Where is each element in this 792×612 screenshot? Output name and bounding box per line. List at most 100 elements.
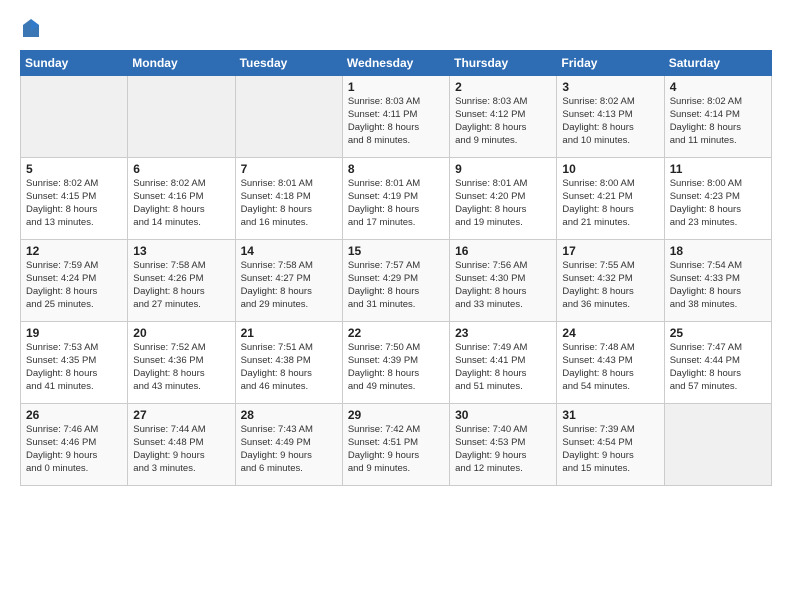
- day-number: 1: [348, 80, 444, 94]
- calendar-cell: 17 Sunrise: 7:55 AM Sunset: 4:32 PM Dayli…: [557, 240, 664, 322]
- day-info: Sunrise: 7:56 AM Sunset: 4:30 PM Dayligh…: [455, 260, 551, 311]
- calendar-week-4: 19Sunrise: 7:53 AM Sunset: 4:35 PM Dayli…: [21, 322, 772, 404]
- calendar-cell: [128, 76, 235, 158]
- day-number: 21: [241, 326, 337, 340]
- day-info: Sunrise: 8:01 AM Sunset: 4:19 PM Dayligh…: [348, 178, 444, 229]
- calendar-week-2: 5 Sunrise: 8:02 AM Sunset: 4:15 PM Daylig…: [21, 158, 772, 240]
- day-number: 26: [26, 408, 122, 422]
- day-info: Sunrise: 8:01 AM Sunset: 4:18 PM Dayligh…: [241, 178, 337, 229]
- calendar-cell: 10 Sunrise: 8:00 AM Sunset: 4:21 PM Dayli…: [557, 158, 664, 240]
- day-number: 27: [133, 408, 229, 422]
- calendar-cell: 21 Sunrise: 7:51 AM Sunset: 4:38 PM Dayli…: [235, 322, 342, 404]
- calendar-week-3: 12 Sunrise: 7:59 AM Sunset: 4:24 PM Dayli…: [21, 240, 772, 322]
- logo: [20, 16, 43, 40]
- day-info: Sunrise: 8:02 AM Sunset: 4:15 PM Dayligh…: [26, 178, 122, 229]
- day-number: 9: [455, 162, 551, 176]
- day-number: 12: [26, 244, 122, 258]
- day-info: Sunrise: 7:40 AM Sunset: 4:53 PM Dayligh…: [455, 424, 551, 475]
- calendar-cell: 1 Sunrise: 8:03 AM Sunset: 4:11 PM Daylig…: [342, 76, 449, 158]
- day-info: Sunrise: 7:44 AM Sunset: 4:48 PM Dayligh…: [133, 424, 229, 475]
- calendar-cell: 12 Sunrise: 7:59 AM Sunset: 4:24 PM Dayli…: [21, 240, 128, 322]
- day-info: Sunrise: 7:47 AM Sunset: 4:44 PM Dayligh…: [670, 342, 766, 393]
- calendar: SundayMondayTuesdayWednesdayThursdayFrid…: [20, 50, 772, 486]
- day-number: 11: [670, 162, 766, 176]
- day-number: 30: [455, 408, 551, 422]
- calendar-cell: [664, 404, 771, 486]
- day-info: Sunrise: 7:52 AM Sunset: 4:36 PM Dayligh…: [133, 342, 229, 393]
- calendar-cell: 8Sunrise: 8:01 AM Sunset: 4:19 PM Daylig…: [342, 158, 449, 240]
- day-info: Sunrise: 7:59 AM Sunset: 4:24 PM Dayligh…: [26, 260, 122, 311]
- calendar-cell: 4 Sunrise: 8:02 AM Sunset: 4:14 PM Daylig…: [664, 76, 771, 158]
- day-number: 17: [562, 244, 658, 258]
- day-info: Sunrise: 8:00 AM Sunset: 4:23 PM Dayligh…: [670, 178, 766, 229]
- calendar-cell: 28Sunrise: 7:43 AM Sunset: 4:49 PM Dayli…: [235, 404, 342, 486]
- day-info: Sunrise: 7:57 AM Sunset: 4:29 PM Dayligh…: [348, 260, 444, 311]
- day-number: 23: [455, 326, 551, 340]
- weekday-header-saturday: Saturday: [664, 51, 771, 76]
- calendar-cell: 22Sunrise: 7:50 AM Sunset: 4:39 PM Dayli…: [342, 322, 449, 404]
- day-info: Sunrise: 8:03 AM Sunset: 4:12 PM Dayligh…: [455, 96, 551, 147]
- weekday-header-wednesday: Wednesday: [342, 51, 449, 76]
- weekday-header-friday: Friday: [557, 51, 664, 76]
- day-number: 18: [670, 244, 766, 258]
- calendar-cell: 2 Sunrise: 8:03 AM Sunset: 4:12 PM Daylig…: [450, 76, 557, 158]
- calendar-cell: 29Sunrise: 7:42 AM Sunset: 4:51 PM Dayli…: [342, 404, 449, 486]
- weekday-header-row: SundayMondayTuesdayWednesdayThursdayFrid…: [21, 51, 772, 76]
- calendar-cell: 13 Sunrise: 7:58 AM Sunset: 4:26 PM Dayli…: [128, 240, 235, 322]
- day-number: 5: [26, 162, 122, 176]
- day-number: 2: [455, 80, 551, 94]
- day-info: Sunrise: 7:54 AM Sunset: 4:33 PM Dayligh…: [670, 260, 766, 311]
- day-number: 6: [133, 162, 229, 176]
- calendar-week-1: 1 Sunrise: 8:03 AM Sunset: 4:11 PM Daylig…: [21, 76, 772, 158]
- day-info: Sunrise: 8:02 AM Sunset: 4:13 PM Dayligh…: [562, 96, 658, 147]
- calendar-cell: 27 Sunrise: 7:44 AM Sunset: 4:48 PM Dayli…: [128, 404, 235, 486]
- logo-icon: [21, 17, 41, 39]
- day-info: Sunrise: 8:00 AM Sunset: 4:21 PM Dayligh…: [562, 178, 658, 229]
- day-number: 10: [562, 162, 658, 176]
- calendar-cell: 15 Sunrise: 7:57 AM Sunset: 4:29 PM Dayli…: [342, 240, 449, 322]
- calendar-cell: 5 Sunrise: 8:02 AM Sunset: 4:15 PM Daylig…: [21, 158, 128, 240]
- day-number: 16: [455, 244, 551, 258]
- calendar-cell: [21, 76, 128, 158]
- day-info: Sunrise: 8:02 AM Sunset: 4:14 PM Dayligh…: [670, 96, 766, 147]
- weekday-header-tuesday: Tuesday: [235, 51, 342, 76]
- day-info: Sunrise: 7:55 AM Sunset: 4:32 PM Dayligh…: [562, 260, 658, 311]
- calendar-cell: 7 Sunrise: 8:01 AM Sunset: 4:18 PM Daylig…: [235, 158, 342, 240]
- day-number: 15: [348, 244, 444, 258]
- day-number: 29: [348, 408, 444, 422]
- calendar-cell: 6 Sunrise: 8:02 AM Sunset: 4:16 PM Daylig…: [128, 158, 235, 240]
- calendar-cell: 23 Sunrise: 7:49 AM Sunset: 4:41 PM Dayli…: [450, 322, 557, 404]
- calendar-cell: [235, 76, 342, 158]
- day-number: 19: [26, 326, 122, 340]
- day-info: Sunrise: 7:49 AM Sunset: 4:41 PM Dayligh…: [455, 342, 551, 393]
- day-info: Sunrise: 7:58 AM Sunset: 4:26 PM Dayligh…: [133, 260, 229, 311]
- calendar-week-5: 26 Sunrise: 7:46 AM Sunset: 4:46 PM Dayli…: [21, 404, 772, 486]
- calendar-cell: 9Sunrise: 8:01 AM Sunset: 4:20 PM Daylig…: [450, 158, 557, 240]
- day-number: 13: [133, 244, 229, 258]
- day-number: 25: [670, 326, 766, 340]
- day-info: Sunrise: 7:58 AM Sunset: 4:27 PM Dayligh…: [241, 260, 337, 311]
- day-info: Sunrise: 8:03 AM Sunset: 4:11 PM Dayligh…: [348, 96, 444, 147]
- calendar-cell: 14 Sunrise: 7:58 AM Sunset: 4:27 PM Dayli…: [235, 240, 342, 322]
- weekday-header-sunday: Sunday: [21, 51, 128, 76]
- day-number: 3: [562, 80, 658, 94]
- calendar-cell: 18 Sunrise: 7:54 AM Sunset: 4:33 PM Dayli…: [664, 240, 771, 322]
- day-number: 4: [670, 80, 766, 94]
- calendar-cell: 24Sunrise: 7:48 AM Sunset: 4:43 PM Dayli…: [557, 322, 664, 404]
- day-info: Sunrise: 7:51 AM Sunset: 4:38 PM Dayligh…: [241, 342, 337, 393]
- calendar-cell: 3 Sunrise: 8:02 AM Sunset: 4:13 PM Daylig…: [557, 76, 664, 158]
- calendar-cell: 25 Sunrise: 7:47 AM Sunset: 4:44 PM Dayli…: [664, 322, 771, 404]
- calendar-cell: 20 Sunrise: 7:52 AM Sunset: 4:36 PM Dayli…: [128, 322, 235, 404]
- day-info: Sunrise: 7:50 AM Sunset: 4:39 PM Dayligh…: [348, 342, 444, 393]
- day-number: 7: [241, 162, 337, 176]
- day-info: Sunrise: 7:39 AM Sunset: 4:54 PM Dayligh…: [562, 424, 658, 475]
- day-info: Sunrise: 8:02 AM Sunset: 4:16 PM Dayligh…: [133, 178, 229, 229]
- day-number: 31: [562, 408, 658, 422]
- weekday-header-thursday: Thursday: [450, 51, 557, 76]
- page: SundayMondayTuesdayWednesdayThursdayFrid…: [0, 0, 792, 612]
- calendar-cell: 30 Sunrise: 7:40 AM Sunset: 4:53 PM Dayli…: [450, 404, 557, 486]
- day-info: Sunrise: 7:43 AM Sunset: 4:49 PM Dayligh…: [241, 424, 337, 475]
- day-number: 20: [133, 326, 229, 340]
- day-info: Sunrise: 7:46 AM Sunset: 4:46 PM Dayligh…: [26, 424, 122, 475]
- day-number: 14: [241, 244, 337, 258]
